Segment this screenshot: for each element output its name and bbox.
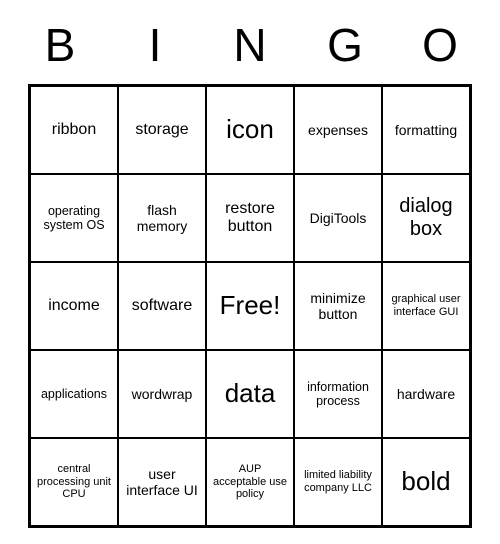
bingo-cell-free[interactable]: Free!	[206, 262, 294, 350]
bingo-cell[interactable]: flash memory	[118, 174, 206, 262]
bingo-cell[interactable]: applications	[30, 350, 118, 438]
bingo-cell[interactable]: income	[30, 262, 118, 350]
bingo-cell[interactable]: graphical user interface GUI	[382, 262, 470, 350]
bingo-cell[interactable]: minimize button	[294, 262, 382, 350]
bingo-grid: ribbon storage icon expenses formatting …	[28, 84, 472, 528]
bingo-cell[interactable]: central processing unit CPU	[30, 438, 118, 526]
bingo-cell[interactable]: AUP acceptable use policy	[206, 438, 294, 526]
bingo-cell[interactable]: user interface UI	[118, 438, 206, 526]
bingo-cell[interactable]: restore button	[206, 174, 294, 262]
header-letter-n: N	[230, 18, 270, 72]
bingo-cell[interactable]: wordwrap	[118, 350, 206, 438]
bingo-cell[interactable]: software	[118, 262, 206, 350]
header-letter-b: B	[40, 18, 80, 72]
header-letter-i: I	[135, 18, 175, 72]
bingo-cell[interactable]: limited liability company LLC	[294, 438, 382, 526]
bingo-cell[interactable]: expenses	[294, 86, 382, 174]
header-letter-g: G	[325, 18, 365, 72]
bingo-cell[interactable]: storage	[118, 86, 206, 174]
bingo-header: B I N G O	[40, 0, 460, 84]
bingo-cell[interactable]: bold	[382, 438, 470, 526]
bingo-cell[interactable]: data	[206, 350, 294, 438]
bingo-cell[interactable]: hardware	[382, 350, 470, 438]
bingo-cell[interactable]: formatting	[382, 86, 470, 174]
header-letter-o: O	[420, 18, 460, 72]
bingo-cell[interactable]: DigiTools	[294, 174, 382, 262]
bingo-cell[interactable]: dialog box	[382, 174, 470, 262]
bingo-cell[interactable]: information process	[294, 350, 382, 438]
bingo-cell[interactable]: icon	[206, 86, 294, 174]
bingo-cell[interactable]: ribbon	[30, 86, 118, 174]
bingo-cell[interactable]: operating system OS	[30, 174, 118, 262]
